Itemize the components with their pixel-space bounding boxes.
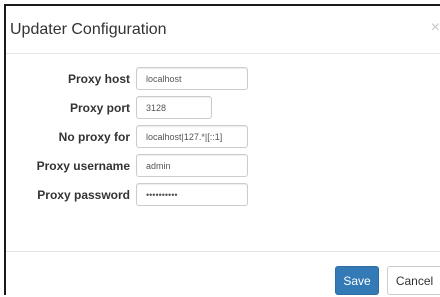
proxy-username-input[interactable] bbox=[136, 154, 248, 177]
updater-configuration-dialog: Updater Configuration × Proxy host Proxy… bbox=[4, 4, 440, 295]
proxy-password-label: Proxy password bbox=[37, 188, 130, 202]
dialog-header: Updater Configuration × bbox=[6, 6, 440, 54]
dialog-footer: Save Cancel bbox=[6, 251, 440, 297]
dialog-title: Updater Configuration bbox=[10, 21, 167, 38]
save-button[interactable]: Save bbox=[335, 266, 379, 295]
no-proxy-for-input[interactable] bbox=[136, 125, 248, 148]
close-icon[interactable]: × bbox=[431, 20, 440, 36]
proxy-host-label: Proxy host bbox=[67, 72, 130, 86]
proxy-password-input[interactable] bbox=[136, 183, 248, 206]
proxy-username-label: Proxy username bbox=[36, 159, 130, 173]
proxy-port-label: Proxy port bbox=[69, 101, 130, 115]
proxy-port-input[interactable] bbox=[136, 96, 212, 119]
proxy-host-input[interactable] bbox=[136, 67, 248, 90]
no-proxy-for-label: No proxy for bbox=[58, 130, 130, 144]
cancel-button[interactable]: Cancel bbox=[387, 266, 440, 295]
